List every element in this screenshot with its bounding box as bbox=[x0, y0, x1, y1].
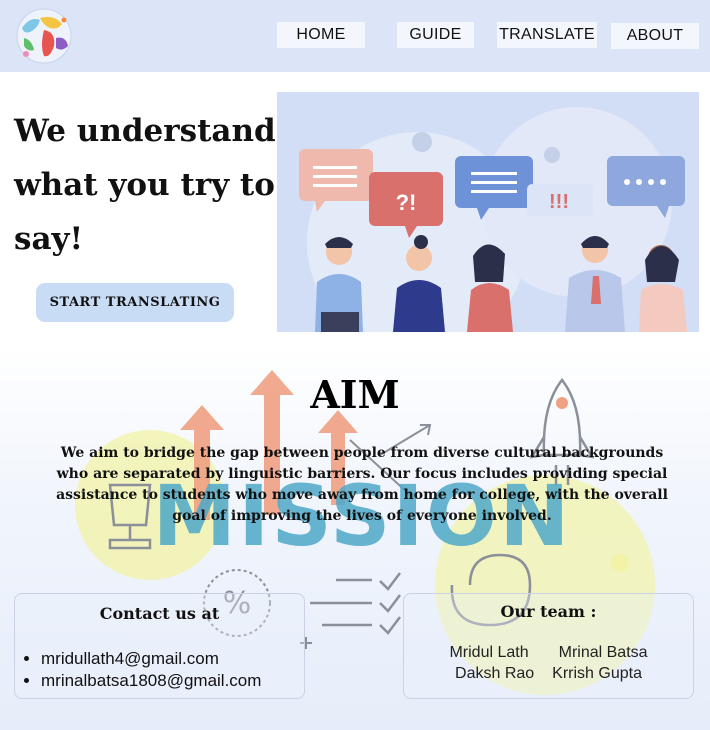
svg-text:?!: ?! bbox=[396, 190, 417, 215]
nav-translate[interactable]: TRANSLATE bbox=[497, 22, 597, 48]
nav-guide[interactable]: GUIDE bbox=[397, 22, 474, 48]
world-map-logo-icon[interactable] bbox=[10, 6, 76, 66]
team-member-name: Daksh Rao bbox=[455, 665, 535, 682]
email-link[interactable]: mrinalbatsa1808@gmail.com bbox=[41, 670, 261, 692]
speech-bubble-icon: !!! bbox=[527, 184, 593, 216]
nav-home[interactable]: HOME bbox=[277, 22, 365, 48]
team-member-name: Mrinal Batsa bbox=[558, 644, 648, 661]
email-link[interactable]: mridullath4@gmail.com bbox=[41, 648, 261, 670]
team-member-name: Krrish Gupta bbox=[552, 665, 642, 682]
contact-card: Contact us at mridullath4@gmail.com mrin… bbox=[14, 593, 305, 699]
team-members: Mridul Lath Mrinal Batsa Daksh Rao Krris… bbox=[404, 642, 693, 684]
email-list: mridullath4@gmail.com mrinalbatsa1808@gm… bbox=[23, 648, 261, 692]
team-member-name: Mridul Lath bbox=[449, 644, 529, 661]
contact-title: Contact us at bbox=[99, 604, 220, 623]
svg-text:!!!: !!! bbox=[549, 191, 569, 213]
navbar: HOME GUIDE TRANSLATE ABOUT bbox=[0, 0, 710, 72]
person-figure bbox=[639, 245, 687, 332]
team-title: Our team : bbox=[500, 602, 597, 621]
nav-about[interactable]: ABOUT bbox=[611, 23, 699, 49]
aim-title: AIM bbox=[310, 372, 400, 417]
hero-title: We understand what you try to say! bbox=[14, 113, 276, 257]
aim-description: We aim to bridge the gap between people … bbox=[56, 445, 668, 524]
team-card: Our team : Mridul Lath Mrinal Batsa Daks… bbox=[403, 593, 694, 699]
people-conversation-illustration: ?! !!! bbox=[277, 92, 699, 332]
checklist-icon bbox=[310, 572, 401, 635]
start-translating-button[interactable]: START TRANSLATING bbox=[36, 283, 234, 322]
